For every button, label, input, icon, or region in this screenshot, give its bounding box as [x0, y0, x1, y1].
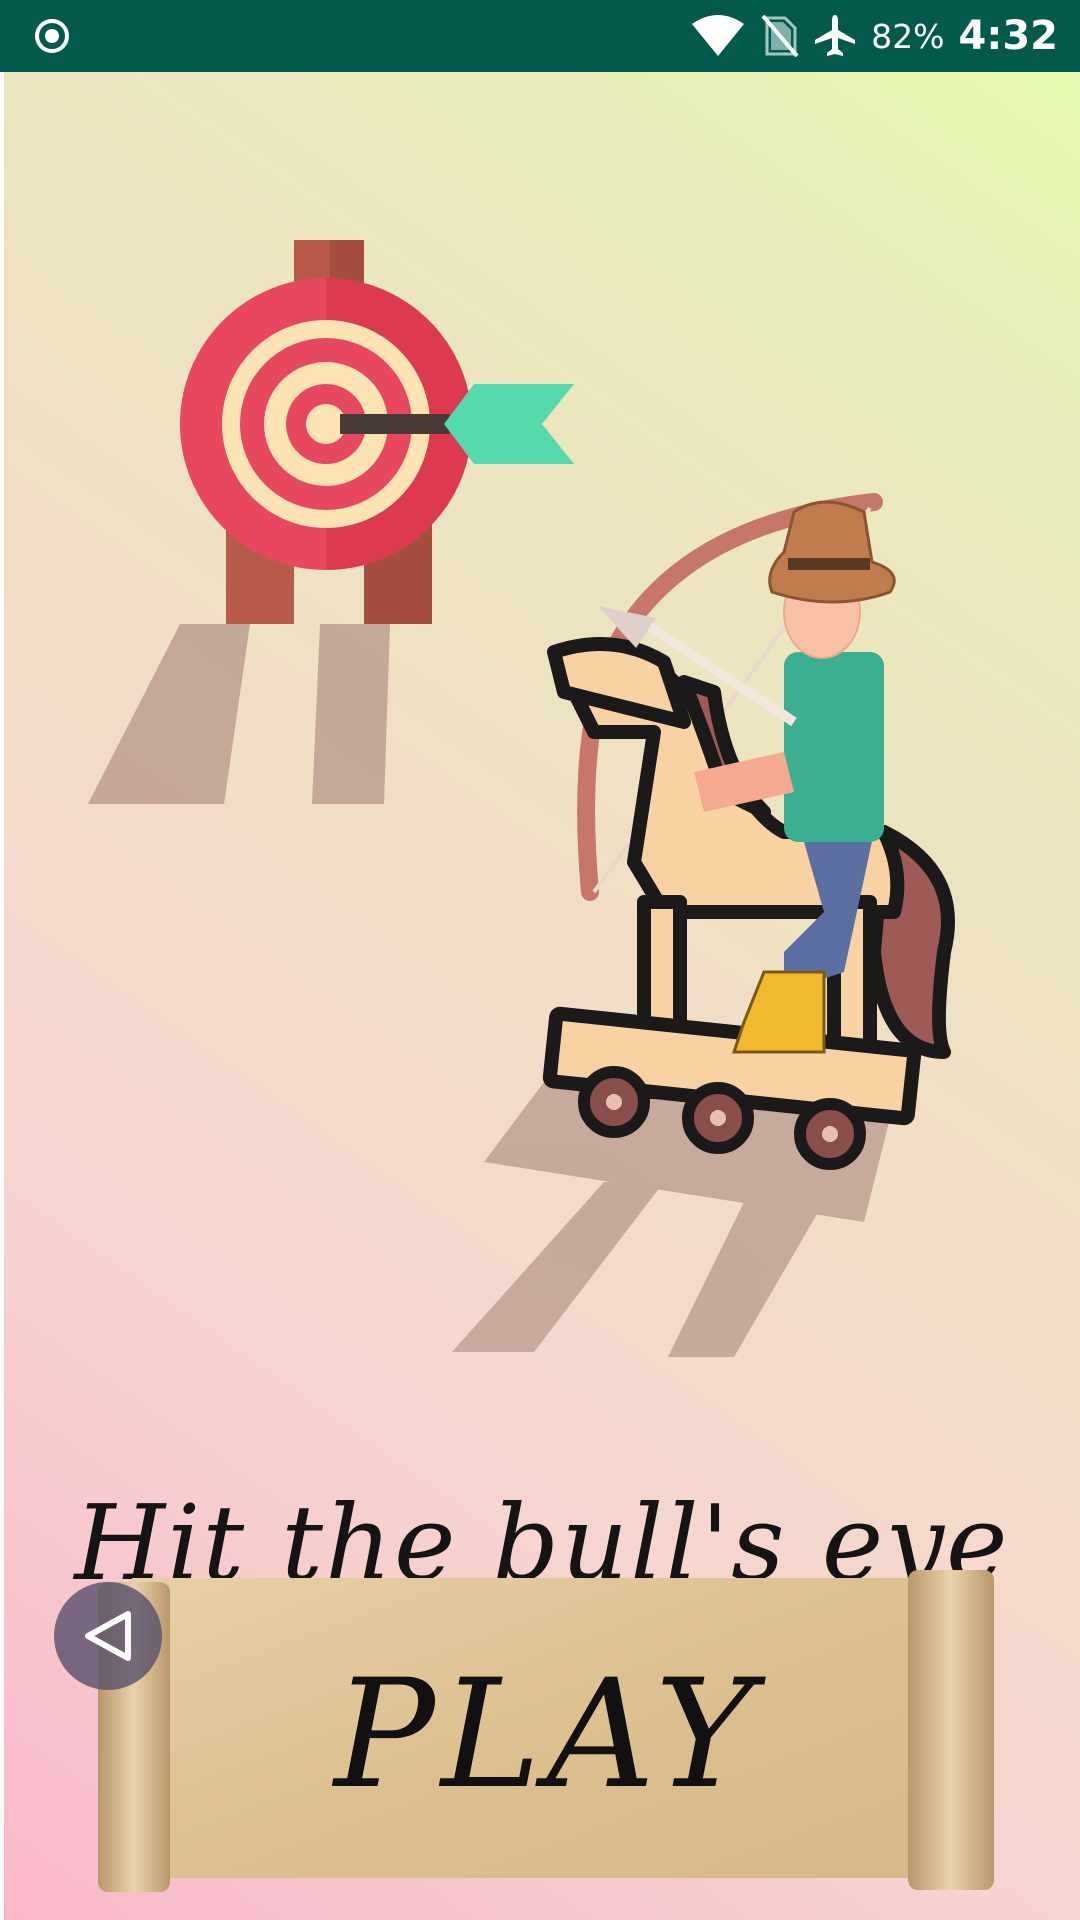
- play-label: PLAY: [334, 1648, 760, 1822]
- back-triangle-icon: [85, 1611, 131, 1661]
- status-bar: 82% 4:32: [0, 0, 1080, 72]
- game-area: Hit the bull's eye PLAY: [4, 72, 1080, 1920]
- airplane-icon: [815, 15, 856, 56]
- target-shadow: [88, 624, 390, 804]
- boot: [731, 970, 826, 1054]
- archery-illustration: [88, 240, 955, 1357]
- clock: 4:32: [958, 13, 1059, 59]
- no-sim-icon: [761, 14, 799, 58]
- back-button[interactable]: [54, 1582, 162, 1690]
- battery-percentage: 82%: [871, 16, 945, 56]
- status-right: 82% 4:32: [691, 0, 1058, 72]
- wifi-icon: [692, 15, 745, 56]
- game-screen: 82% 4:32 Hit the bull's eye PLAY: [0, 0, 1080, 1920]
- shirt: [784, 652, 884, 842]
- target-icon: [35, 19, 69, 53]
- play-button[interactable]: PLAY: [92, 1560, 1002, 1910]
